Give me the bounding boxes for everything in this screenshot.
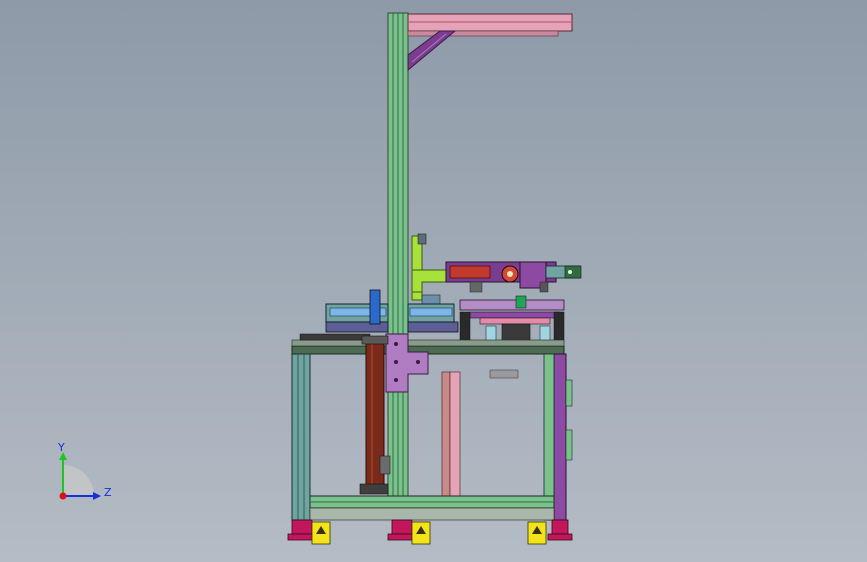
gripper-head [445, 261, 582, 293]
vertical-column [387, 12, 409, 520]
z-axis-arrow [93, 492, 101, 500]
view-triad[interactable]: Y Z [40, 438, 130, 518]
frame-left-leg [291, 353, 311, 521]
triad-quadrant [63, 465, 94, 496]
top-beam [407, 13, 573, 37]
frame-inner-leg [441, 371, 461, 497]
feet [287, 519, 573, 545]
diagonal-brace [407, 30, 457, 72]
frame-lower-rail [309, 495, 555, 521]
lime-arm [411, 233, 451, 312]
x-axis-dot [59, 492, 67, 500]
frame-right-leg [543, 353, 573, 521]
z-axis-label: Z [104, 486, 112, 499]
cad-viewport[interactable] [0, 0, 867, 562]
y-axis-label: Y [57, 441, 65, 454]
